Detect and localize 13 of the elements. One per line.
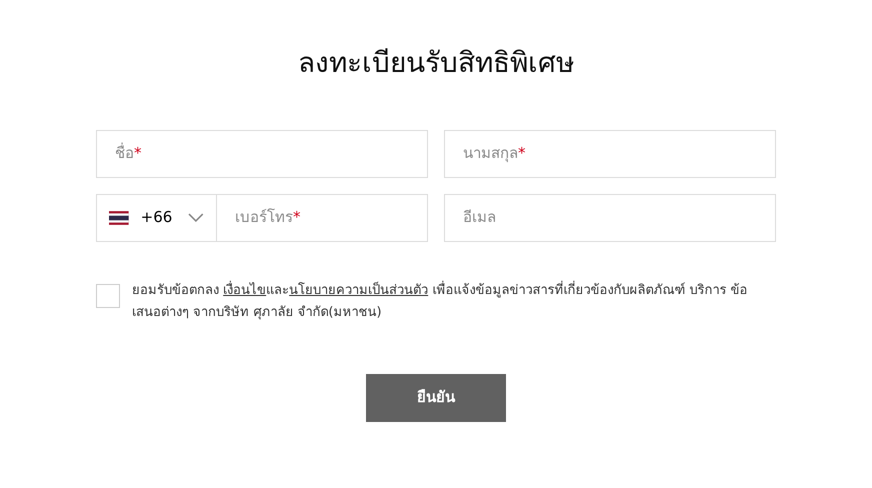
consent-checkbox[interactable] <box>96 284 120 308</box>
consent-text: ยอมรับข้อตกลง เงื่อนไขและนโยบายความเป็นส่วนตัว เพื่อแจ้งข้อมูลข่าวสารที่เกี่ยวข้องกับผลิตภัณฑ์ บริการ ข้อเสนอต่างๆ จากบริษัท ศุภาลัย จำกัด(มหาชน) <box>132 280 749 322</box>
phone-field[interactable]: เบอร์โทร* <box>216 194 428 242</box>
text-field[interactable]: นามสกุล* <box>444 130 776 178</box>
chevron-down-icon <box>188 213 204 222</box>
flag-icon <box>109 210 129 225</box>
text-field[interactable]: ชื่อ* <box>96 130 428 178</box>
country-code-select[interactable]: +66 <box>96 194 216 242</box>
page-title: ลงทะเบียนรับสิทธิพิเศษ <box>297 46 575 80</box>
text-field[interactable]: อีเมล <box>444 194 776 242</box>
submit-button[interactable]: ยืนยัน <box>366 374 506 422</box>
terms-link[interactable]: เงื่อนไข <box>223 282 266 298</box>
privacy-policy-link[interactable]: นโยบายความเป็นส่วนตัว <box>289 282 428 298</box>
